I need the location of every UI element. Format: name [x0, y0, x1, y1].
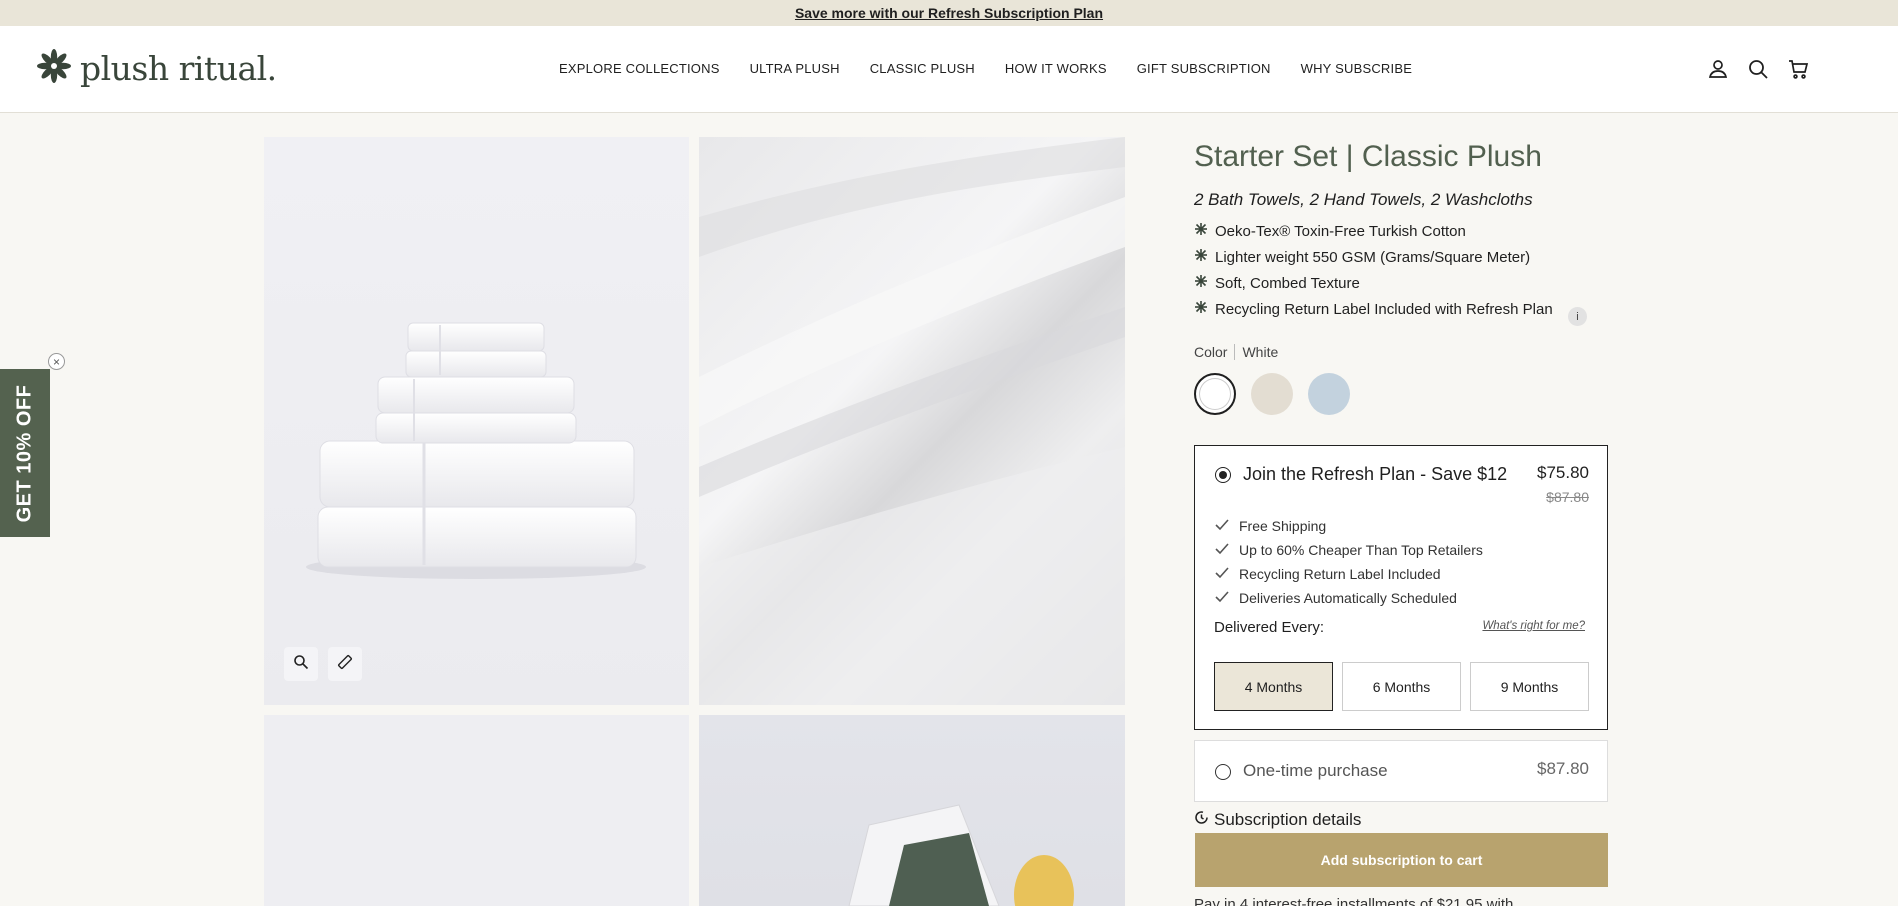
magnify-icon — [293, 654, 309, 675]
plan-old-price: $87.80 — [1546, 489, 1589, 505]
subscription-details-text: Subscription details — [1214, 810, 1362, 829]
nav-gift-subscription[interactable]: GIFT SUBSCRIPTION — [1137, 61, 1271, 76]
benefit-text: Free Shipping — [1239, 518, 1327, 534]
delivered-every-label: Delivered Every: — [1214, 619, 1325, 636]
plan-radio[interactable] — [1215, 467, 1231, 483]
feature-text: Soft, Combed Texture — [1215, 274, 1360, 292]
one-time-price: $87.80 — [1537, 759, 1589, 778]
announcement-link[interactable]: Save more with our Refresh Subscription … — [795, 5, 1103, 21]
logo-text: plush ritual. — [80, 49, 277, 88]
cart-icon[interactable] — [1786, 57, 1810, 81]
add-subscription-to-cart-button[interactable]: Add subscription to cart — [1195, 833, 1608, 887]
frequency-6-months[interactable]: 6 Months — [1342, 662, 1461, 711]
recycle-label-illustration — [848, 804, 1074, 906]
benefit-item: Recycling Return Label Included — [1215, 566, 1441, 582]
search-icon[interactable] — [1746, 57, 1770, 81]
color-selector-label: Color White — [1194, 344, 1278, 360]
refresh-plan-option[interactable]: Join the Refresh Plan - Save $12 $75.80 … — [1194, 445, 1608, 730]
discount-side-tab[interactable]: GET 10% OFF — [0, 369, 50, 537]
feature-text: Recycling Return Label Included with Ref… — [1215, 300, 1553, 318]
check-icon — [1215, 566, 1229, 582]
nav-how-it-works[interactable]: HOW IT WORKS — [1005, 61, 1107, 76]
frequency-9-months[interactable]: 9 Months — [1470, 662, 1589, 711]
feature-item: Recycling Return Label Included with Ref… — [1194, 300, 1553, 318]
product-subtitle: 2 Bath Towels, 2 Hand Towels, 2 Washclot… — [1194, 190, 1533, 209]
product-image-texture[interactable] — [699, 137, 1125, 705]
header-icons — [1706, 57, 1810, 81]
product-image-stack[interactable] — [264, 137, 689, 705]
swatch-white[interactable] — [1194, 373, 1236, 415]
logo[interactable]: plush ritual. — [36, 48, 277, 89]
size-guide-button[interactable] — [328, 647, 362, 681]
benefit-item: Deliveries Automatically Scheduled — [1215, 590, 1457, 606]
whats-right-link[interactable]: What's right for me? — [1482, 620, 1585, 632]
sparkle-icon — [1194, 300, 1208, 318]
benefit-text: Recycling Return Label Included — [1239, 566, 1441, 582]
discount-close-button[interactable]: × — [48, 353, 65, 370]
ruler-icon — [337, 654, 353, 675]
nav-classic-plush[interactable]: CLASSIC PLUSH — [870, 61, 975, 76]
benefit-text: Deliveries Automatically Scheduled — [1239, 590, 1457, 606]
feature-item: Lighter weight 550 GSM (Grams/Square Met… — [1194, 248, 1530, 266]
feature-item: Soft, Combed Texture — [1194, 274, 1360, 292]
towel-texture-illustration — [699, 137, 1125, 705]
benefit-item: Up to 60% Cheaper Than Top Retailers — [1215, 542, 1483, 558]
one-time-radio[interactable] — [1215, 764, 1231, 780]
product-image-4[interactable] — [699, 715, 1125, 906]
product-image-3[interactable] — [264, 715, 689, 906]
one-time-label: One-time purchase — [1243, 761, 1388, 780]
color-divider — [1234, 344, 1236, 360]
clock-refresh-icon — [1194, 810, 1209, 830]
color-value: White — [1242, 344, 1279, 360]
sparkle-icon — [1194, 222, 1208, 240]
discount-tab-label: GET 10% OFF — [13, 384, 36, 522]
one-time-purchase-option[interactable]: One-time purchase $87.80 — [1194, 740, 1608, 802]
sparkle-icon — [1194, 274, 1208, 292]
check-icon — [1215, 542, 1229, 558]
color-label: Color — [1194, 344, 1228, 360]
towel-stack-illustration — [306, 322, 646, 579]
flower-logo-icon — [36, 48, 72, 89]
nav-why-subscribe[interactable]: WHY SUBSCRIBE — [1301, 61, 1412, 76]
plan-price: $75.80 — [1537, 463, 1589, 482]
subscription-details-link[interactable]: Subscription details — [1194, 810, 1361, 830]
zoom-button[interactable] — [284, 647, 318, 681]
check-icon — [1215, 518, 1229, 534]
product-title: Starter Set | Classic Plush — [1194, 140, 1542, 173]
account-icon[interactable] — [1706, 57, 1730, 81]
frequency-4-months[interactable]: 4 Months — [1214, 662, 1333, 711]
main-nav: EXPLORE COLLECTIONS ULTRA PLUSH CLASSIC … — [559, 61, 1412, 76]
benefit-text: Up to 60% Cheaper Than Top Retailers — [1239, 542, 1483, 558]
check-icon — [1215, 590, 1229, 606]
nav-ultra-plush[interactable]: ULTRA PLUSH — [750, 61, 840, 76]
swatch-sand[interactable] — [1251, 373, 1293, 415]
installments-text: Pay in 4 interest-free installments of $… — [1194, 896, 1514, 906]
sparkle-icon — [1194, 248, 1208, 266]
info-icon[interactable]: i — [1568, 307, 1587, 326]
nav-explore-collections[interactable]: EXPLORE COLLECTIONS — [559, 61, 720, 76]
plan-label: Join the Refresh Plan - Save $12 — [1243, 464, 1508, 484]
feature-item: Oeko-Tex® Toxin-Free Turkish Cotton — [1194, 222, 1466, 240]
swatch-blue[interactable] — [1308, 373, 1350, 415]
feature-text: Lighter weight 550 GSM (Grams/Square Met… — [1215, 248, 1531, 266]
feature-text: Oeko-Tex® Toxin-Free Turkish Cotton — [1215, 222, 1466, 240]
announcement-bar: Save more with our Refresh Subscription … — [0, 0, 1898, 26]
benefit-item: Free Shipping — [1215, 518, 1326, 534]
site-header: plush ritual. EXPLORE COLLECTIONS ULTRA … — [0, 26, 1898, 113]
